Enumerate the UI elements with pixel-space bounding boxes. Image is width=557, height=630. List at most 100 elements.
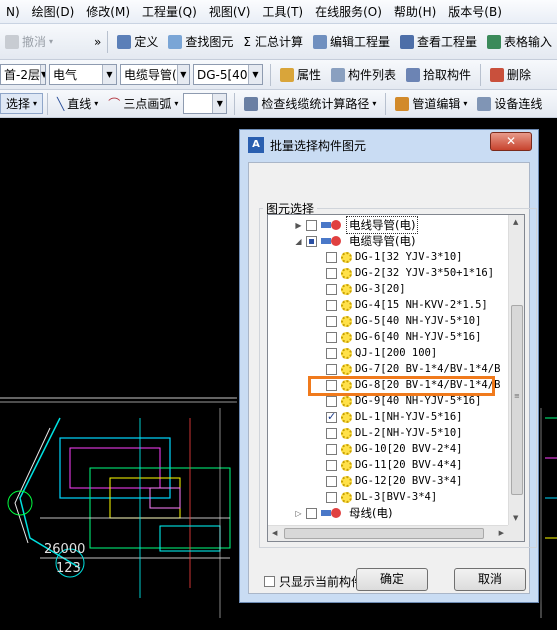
- ok-button[interactable]: 确定: [356, 568, 428, 591]
- expander-icon[interactable]: ▷: [294, 509, 303, 518]
- scroll-down-icon[interactable]: ▼: [513, 514, 518, 522]
- checkbox[interactable]: [326, 331, 337, 343]
- find-element-button[interactable]: 查找图元: [163, 30, 238, 54]
- tree-category-row[interactable]: ▷ 母线(电): [294, 505, 392, 521]
- scroll-right-icon[interactable]: ▶: [499, 529, 504, 537]
- toolbar-separator: [480, 63, 482, 86]
- device-connect-button[interactable]: 设备连线: [472, 92, 547, 116]
- menu-item[interactable]: 帮助(H): [388, 3, 442, 20]
- tree-item-row[interactable]: DL-3[BVV-3*4]: [326, 489, 437, 505]
- chevron-down-icon: ▼: [248, 65, 262, 84]
- component-gear-icon: [341, 363, 352, 375]
- tree-item-row[interactable]: DL-1[NH-YJV-5*16]: [326, 409, 462, 425]
- sum-calc-button[interactable]: Σ 汇总计算: [238, 30, 308, 54]
- checkbox[interactable]: [326, 459, 337, 471]
- menu-item[interactable]: 视图(V): [203, 3, 257, 20]
- tree-vertical-scrollbar[interactable]: ▲ ≡ ▼: [508, 215, 524, 525]
- menu-item[interactable]: 工具(T): [256, 3, 309, 20]
- tree-category-row[interactable]: ▶ 电线导管(电): [294, 216, 419, 234]
- checkbox[interactable]: [306, 219, 317, 231]
- line-button[interactable]: ╲ 直线 ▾: [52, 92, 103, 116]
- tree-hscroll-thumb[interactable]: [284, 528, 484, 539]
- menu-item[interactable]: N): [0, 5, 26, 19]
- floor-select[interactable]: 首-2层▼: [0, 64, 46, 85]
- conduit-category-icon: [321, 507, 343, 519]
- cancel-button[interactable]: 取消: [454, 568, 526, 591]
- checkbox[interactable]: [326, 267, 337, 279]
- menu-item[interactable]: 工程量(Q): [136, 3, 203, 20]
- tree-item-row[interactable]: DL-2[NH-YJV-5*10]: [326, 425, 462, 441]
- tree-item-row[interactable]: DG-2[32 YJV-3*50+1*16]: [326, 265, 494, 281]
- tree-scroll-thumb[interactable]: ≡: [511, 305, 523, 495]
- tree-category-row[interactable]: ◢ 电缆导管(电): [294, 233, 415, 249]
- tree-item-label: DG-1[32 YJV-3*10]: [355, 251, 463, 263]
- menu-item[interactable]: 绘图(D): [26, 3, 81, 20]
- checkbox[interactable]: [326, 491, 337, 503]
- checkbox[interactable]: [326, 410, 337, 423]
- component-select[interactable]: DG-5[40 ▼: [193, 64, 263, 85]
- close-button[interactable]: ✕: [490, 132, 532, 151]
- tree-horizontal-scrollbar[interactable]: ◀ ▶: [268, 525, 508, 541]
- tree-item-row[interactable]: DG-1[32 YJV-3*10]: [326, 249, 462, 265]
- checkbox[interactable]: [264, 576, 275, 587]
- expander-icon[interactable]: ◢: [294, 237, 303, 246]
- draw-mode-select[interactable]: ▼: [183, 93, 228, 114]
- pipe-edit-button[interactable]: 管道编辑 ▾: [390, 92, 472, 116]
- checkbox[interactable]: [326, 347, 337, 359]
- chevron-down-icon: ▼: [102, 65, 116, 84]
- batch-select-dialog: A 批量选择构件图元 ✕ 图元选择 ▲ ≡ ▼ ◀ ▶ ▶ 电线导管(电) ◢ 电缆导…: [239, 129, 539, 603]
- check-path-button[interactable]: 检查线缆统计算路径 ▾: [239, 92, 381, 116]
- scroll-up-icon[interactable]: ▲: [513, 218, 518, 226]
- tree-item-row[interactable]: DG-5[40 NH-YJV-5*10]: [326, 313, 481, 329]
- table-input-button[interactable]: 表格输入: [482, 30, 557, 54]
- sigma-icon: Σ: [243, 34, 251, 49]
- three-point-arc-button[interactable]: ⌒ 三点画弧 ▾: [103, 92, 183, 116]
- tree-item-row[interactable]: DG-10[20 BVV-2*4]: [326, 441, 462, 457]
- menu-item[interactable]: 修改(M): [80, 3, 136, 20]
- toolbar-overflow-button[interactable]: »: [92, 30, 103, 54]
- undo-button[interactable]: 撤消 ▾: [0, 30, 58, 54]
- component-list-button[interactable]: 构件列表: [326, 63, 401, 87]
- tree-item-row[interactable]: QJ-1[200 100]: [326, 345, 437, 361]
- tree-item-row[interactable]: DG-4[15 NH-KVV-2*1.5]: [326, 297, 488, 313]
- view-qty-button[interactable]: 查看工程量: [395, 30, 482, 54]
- category-select[interactable]: 电缆导管(▼: [120, 64, 190, 85]
- conduit-category-icon: [321, 235, 343, 247]
- tree-item-label: DG-7[20 BV-1*4/BV-1*4/B: [355, 363, 501, 375]
- tree-item-row[interactable]: DG-3[20]: [326, 281, 406, 297]
- tree-item-row[interactable]: DG-12[20 BVV-3*4]: [326, 473, 462, 489]
- select-button[interactable]: 选择 ▾: [0, 93, 44, 114]
- menu-item[interactable]: 版本号(B): [442, 3, 508, 20]
- dimension-label: 26000: [44, 542, 85, 557]
- discipline-select[interactable]: 电气 ▼: [49, 64, 117, 85]
- checkbox[interactable]: [306, 507, 317, 519]
- checkbox[interactable]: [326, 363, 337, 375]
- pick-component-button[interactable]: 拾取构件: [401, 63, 476, 87]
- menu-item[interactable]: 在线服务(O): [309, 3, 388, 20]
- checkbox[interactable]: [306, 235, 317, 247]
- checkbox[interactable]: [326, 283, 337, 295]
- tree-item-row[interactable]: DG-6[40 NH-YJV-5*16]: [326, 329, 481, 345]
- axis-label: 123: [56, 561, 81, 576]
- component-gear-icon: [341, 475, 352, 487]
- define-button[interactable]: 定义: [112, 30, 163, 54]
- checkbox[interactable]: [326, 299, 337, 311]
- checkbox[interactable]: [326, 315, 337, 327]
- checkbox[interactable]: [326, 427, 337, 439]
- checkbox[interactable]: [326, 475, 337, 487]
- dialog-title-bar[interactable]: A 批量选择构件图元 ✕: [240, 130, 538, 160]
- tree-item-label: DG-4[15 NH-KVV-2*1.5]: [355, 299, 488, 311]
- tree-item-row[interactable]: DG-11[20 BVV-4*4]: [326, 457, 462, 473]
- delete-button[interactable]: 删除: [485, 63, 536, 87]
- tree-item-row[interactable]: DG-7[20 BV-1*4/BV-1*4/B: [326, 361, 500, 377]
- scroll-left-icon[interactable]: ◀: [272, 529, 277, 537]
- properties-button[interactable]: 属性: [275, 63, 326, 87]
- expander-icon[interactable]: ▶: [294, 221, 303, 230]
- checkbox[interactable]: [326, 395, 337, 407]
- list-icon: [331, 67, 346, 82]
- tree-item-label: 电线导管(电): [346, 216, 419, 234]
- edit-qty-button[interactable]: 编辑工程量: [308, 30, 395, 54]
- checkbox[interactable]: [326, 443, 337, 455]
- line-icon: ╲: [57, 96, 65, 111]
- checkbox[interactable]: [326, 251, 337, 263]
